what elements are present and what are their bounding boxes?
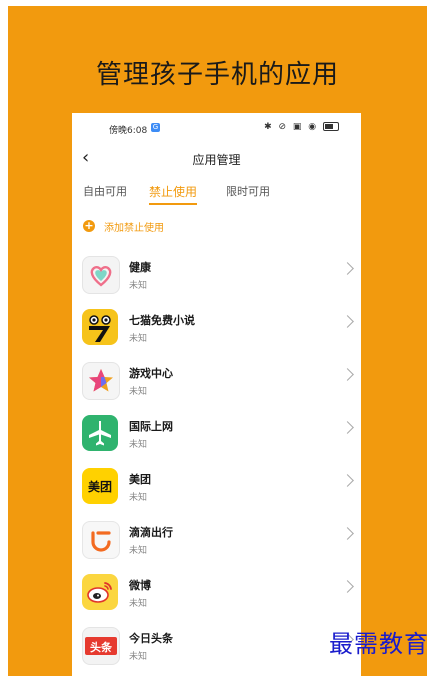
tab-bar: 自由可用 禁止使用 限时可用 (72, 179, 361, 209)
chevron-right-icon (341, 262, 354, 275)
app-name: 七猫免费小说 (129, 314, 195, 327)
app-name: 微博 (129, 579, 151, 592)
app-status: 未知 (129, 493, 148, 503)
app-status: 未知 (129, 281, 148, 291)
promo-title: 管理孩子手机的应用 (95, 60, 339, 90)
game-center-star-icon (82, 362, 120, 400)
tab-free-use[interactable]: 自由可用 (83, 183, 127, 199)
chevron-right-icon (341, 527, 354, 540)
app-row-toutiao[interactable]: 头条 今日头条 未知 (72, 625, 361, 675)
battery-icon (323, 122, 339, 131)
app-status: 未知 (129, 546, 148, 556)
phone-screen: 傍晚6:08 G ✱ ⊘ ▣ ◉ ‹ 应用管理 自由可用 禁止使用 限时可用 +… (72, 113, 361, 676)
app-status: 未知 (129, 599, 148, 609)
app-name: 今日头条 (129, 632, 173, 645)
app-status: 未知 (129, 652, 148, 662)
app-row-weibo[interactable]: 微博 未知 (72, 572, 361, 622)
tab-time-limited[interactable]: 限时可用 (226, 183, 270, 199)
status-icons: ✱ ⊘ ▣ ◉ (264, 122, 339, 132)
status-time: 傍晚6:08 (109, 126, 148, 136)
app-status: 未知 (129, 387, 148, 397)
didi-icon (82, 521, 120, 559)
toutiao-icon: 头条 (82, 627, 120, 665)
weibo-icon (82, 574, 118, 610)
plus-circle-icon: + (83, 219, 95, 232)
chevron-right-icon (341, 474, 354, 487)
airplane-icon (82, 415, 118, 451)
app-name: 美团 (129, 473, 151, 486)
app-row-didi[interactable]: 滴滴出行 未知 (72, 519, 361, 569)
app-row-meituan[interactable]: 美团 美团 未知 (72, 466, 361, 516)
app-row-intl-internet[interactable]: 国际上网 未知 (72, 413, 361, 463)
meituan-icon: 美团 (82, 468, 118, 504)
nav-bar: ‹ 应用管理 (72, 147, 361, 171)
add-forbidden-label: 添加禁止使用 (104, 223, 164, 234)
app-status: 未知 (129, 334, 148, 344)
app-name: 游戏中心 (129, 367, 173, 380)
chevron-right-icon (341, 580, 354, 593)
app-status: 未知 (129, 440, 148, 450)
meituan-icon-text: 美团 (87, 480, 112, 494)
tab-selected-indicator (149, 203, 197, 205)
status-glyphs: ✱ ⊘ ▣ ◉ (264, 122, 319, 132)
app-row-qimao[interactable]: 七猫免费小说 未知 (72, 307, 361, 357)
watermark-text: 最需教育 (329, 630, 429, 658)
page-title: 应用管理 (192, 153, 241, 167)
qimao-novel-icon (82, 309, 118, 345)
toutiao-icon-badge: 头条 (85, 637, 117, 655)
chevron-right-icon (341, 421, 354, 434)
app-row-health[interactable]: 健康 未知 (72, 254, 361, 304)
status-bar: 傍晚6:08 G ✱ ⊘ ▣ ◉ (72, 121, 361, 137)
app-name: 国际上网 (129, 420, 173, 433)
app-row-game-center[interactable]: 游戏中心 未知 (72, 360, 361, 410)
tab-forbidden[interactable]: 禁止使用 (149, 183, 197, 200)
app-name: 健康 (129, 261, 151, 274)
chevron-right-icon (341, 315, 354, 328)
chevron-right-icon (341, 368, 354, 381)
health-heart-icon (82, 256, 120, 294)
app-name: 滴滴出行 (129, 526, 173, 539)
toutiao-icon-text: 头条 (90, 641, 112, 654)
notification-badge-icon: G (151, 123, 160, 132)
